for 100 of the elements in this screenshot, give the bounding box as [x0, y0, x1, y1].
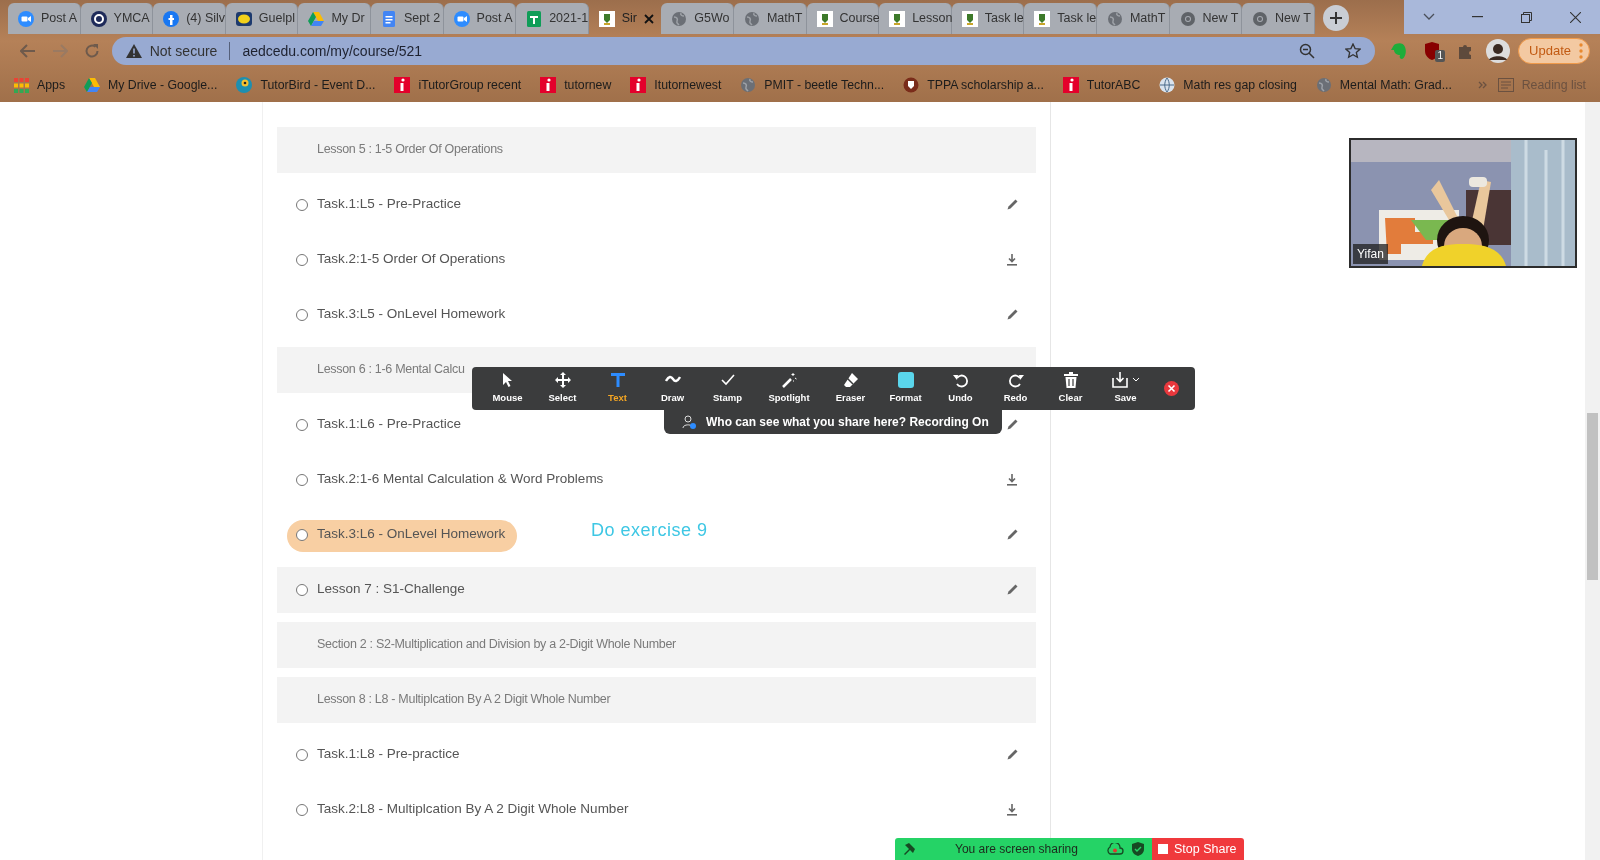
crest-icon: [903, 77, 920, 93]
globe-icon: [1106, 10, 1123, 27]
pencil-icon[interactable]: [1006, 748, 1018, 761]
browser-tab[interactable]: 2021-1: [516, 3, 589, 34]
radio-button[interactable]: [296, 748, 308, 761]
list-icon: [1497, 78, 1514, 92]
browser-tab[interactable]: MathT: [733, 3, 807, 34]
logo-icon: [394, 77, 411, 93]
document-icon: [380, 10, 397, 27]
crest-icon: [598, 10, 615, 27]
browser-tab[interactable]: Task le: [951, 3, 1025, 34]
address-bar[interactable]: Not secure aedcedu.com/my/course/521: [111, 37, 1375, 65]
browser-tab[interactable]: New T: [1169, 3, 1243, 34]
text-tool-icon: [609, 371, 626, 388]
annotation-text: Do exercise 9: [591, 519, 708, 542]
crest-icon: [1034, 10, 1051, 27]
pencil-icon[interactable]: [1006, 583, 1018, 596]
url-text: aedcedu.com/my/course/521: [242, 41, 423, 61]
bookmark-link[interactable]: TutorABC: [1062, 75, 1141, 95]
sharing-status-text: You are screen sharing: [955, 841, 1078, 858]
pencil-icon[interactable]: [1006, 198, 1018, 211]
browser-tab[interactable]: My Dr: [298, 3, 371, 34]
new-tab-button[interactable]: [1322, 5, 1349, 31]
toolbar-button[interactable]: Save: [1098, 368, 1153, 409]
browser-tab[interactable]: Course: [806, 3, 880, 34]
triangle-logo-icon: [84, 77, 101, 93]
pencil-icon[interactable]: [1006, 308, 1018, 321]
bookmark-link[interactable]: Apps: [14, 75, 66, 95]
bookmark-link[interactable]: TPPA scholarship a...: [903, 75, 1044, 95]
browser-tab[interactable]: Lesson: [879, 3, 952, 34]
task-link[interactable]: Task.3:L6 - OnLevel Homework: [317, 524, 506, 545]
chevron-down-icon[interactable]: [1422, 13, 1435, 21]
globe-icon: [1315, 77, 1332, 93]
bookmark-link[interactable]: Mental Math: Grad...: [1315, 75, 1452, 95]
download-icon[interactable]: [1006, 473, 1018, 486]
minimize-icon[interactable]: [1472, 16, 1483, 18]
task-link[interactable]: Task.2:1-6 Mental Calculation & Word Problems: [317, 469, 604, 490]
browser-tab[interactable]: (4) Silv: [153, 3, 226, 34]
close-icon[interactable]: [644, 13, 655, 24]
bookmark-link[interactable]: iTutorGroup recent: [394, 75, 522, 95]
stop-share-button[interactable]: Stop Share: [1152, 838, 1244, 860]
restore-icon[interactable]: [1521, 11, 1532, 23]
browser-logo-icon: [1252, 10, 1269, 27]
browser-tab[interactable]: YMCA: [80, 3, 154, 34]
task-link[interactable]: Task.1:L8 - Pre-practice: [317, 744, 460, 765]
radio-button[interactable]: [296, 803, 308, 816]
logo-icon: [90, 10, 107, 27]
browser-tab[interactable]: Post A: [443, 3, 517, 34]
close-icon[interactable]: [1570, 11, 1581, 23]
color-swatch-icon: [897, 371, 914, 388]
shield-icon: [1132, 842, 1144, 856]
bookmark-link[interactable]: tutornew: [540, 75, 612, 95]
scrollbar[interactable]: [1585, 102, 1600, 860]
browser-tab[interactable]: Task le: [1024, 3, 1097, 34]
update-button[interactable]: Update: [1518, 38, 1590, 64]
radio-button[interactable]: [296, 418, 308, 431]
task-link[interactable]: Lesson 7 : S1-Challenge: [317, 579, 465, 600]
zoom-out-icon[interactable]: [1298, 43, 1315, 59]
browser-tab[interactable]: Sir: [588, 3, 662, 34]
task-link[interactable]: Task.2:1-5 Order Of Operations: [317, 249, 506, 270]
task-link[interactable]: Task.3:L5 - OnLevel Homework: [317, 304, 506, 325]
puzzle-icon[interactable]: [1456, 43, 1473, 59]
close-icon[interactable]: [1164, 381, 1179, 396]
plus-icon: [1329, 12, 1342, 24]
radio-button[interactable]: [296, 198, 308, 211]
browser-logo-icon: [1179, 10, 1196, 27]
bookmark-link[interactable]: TutorBird - Event D...: [236, 75, 376, 95]
crest-icon: [961, 10, 978, 27]
download-icon[interactable]: [1006, 253, 1018, 266]
radio-button[interactable]: [296, 253, 308, 266]
radio-button[interactable]: [296, 308, 308, 321]
browser-tab[interactable]: Sept 2: [370, 3, 444, 34]
radio-button[interactable]: [296, 473, 308, 486]
browser-tab[interactable]: Post A: [8, 3, 81, 34]
browser-tab[interactable]: G5Wo: [661, 3, 734, 34]
notice-text: Who can see what you share here? Recording On: [706, 414, 989, 431]
browser-tab[interactable]: Guelpl: [225, 3, 299, 34]
bookmark-link[interactable]: Math res gap closing: [1159, 75, 1297, 95]
download-icon[interactable]: [1006, 803, 1018, 816]
toolbar-button[interactable]: Clear: [1043, 368, 1098, 409]
crest-icon: [889, 10, 906, 27]
bookmark-link[interactable]: My Drive - Google...: [84, 75, 218, 95]
avatar-icon[interactable]: [1485, 39, 1510, 63]
camera-icon: [18, 10, 34, 27]
task-link[interactable]: Task.2:L8 - Multiplcation By A 2 Digit Whole Number: [317, 799, 629, 820]
pencil-icon[interactable]: [1006, 418, 1018, 431]
browser-tab[interactable]: New T: [1242, 3, 1315, 34]
radio-button[interactable]: [296, 583, 308, 596]
logo-icon: [1062, 77, 1079, 93]
star-icon[interactable]: [1344, 43, 1361, 59]
bookmark-link[interactable]: Itutornewest: [630, 75, 722, 95]
trash-icon: [1062, 371, 1079, 388]
bookmark-link[interactable]: PMIT - beetle Techn...: [740, 75, 885, 95]
task-link[interactable]: Task.1:L6 - Pre-Practice: [317, 414, 462, 435]
task-link[interactable]: Task.1:L5 - Pre-Practice: [317, 194, 462, 215]
browser-tab[interactable]: MathT: [1096, 3, 1170, 34]
save-icon: [1111, 371, 1128, 388]
logo-icon: [540, 77, 557, 93]
pencil-icon[interactable]: [1006, 528, 1018, 541]
kebab-menu-icon: [1579, 43, 1583, 59]
